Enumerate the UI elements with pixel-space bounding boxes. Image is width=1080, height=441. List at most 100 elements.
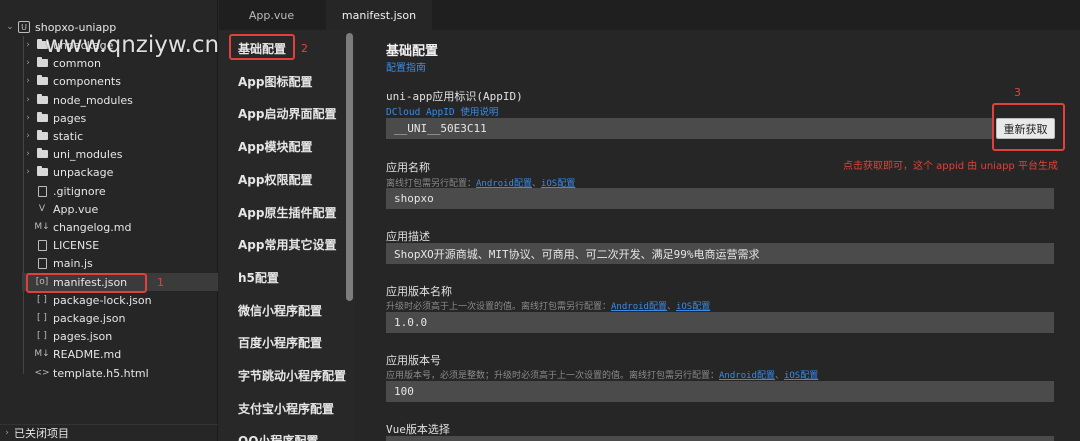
version-code-field[interactable]: 100 xyxy=(386,381,1054,402)
manifest-form: 基础配置 配置指南 uni-app应用标识(AppID) DCloud AppI… xyxy=(356,30,1080,441)
tree-item-label: uni_modules xyxy=(53,147,123,161)
chevron-right-icon: › xyxy=(26,113,30,123)
tree-item-label: common xyxy=(53,56,101,70)
settings-nav-item[interactable]: QQ小程序配置 xyxy=(238,432,318,441)
version-name-field[interactable]: 1.0.0 xyxy=(386,312,1054,333)
vue-version-select[interactable] xyxy=(386,436,1054,441)
android-config-link[interactable]: Android配置 xyxy=(719,371,775,381)
file-icon xyxy=(34,239,50,251)
chevron-right-icon: › xyxy=(26,58,30,68)
chevron-right-icon: › xyxy=(26,95,30,105)
annotation-box-basic-config xyxy=(229,34,295,60)
tree-item-license[interactable]: LICENSE xyxy=(22,236,218,254)
tab-label: App.vue xyxy=(248,8,295,22)
annotation-number-1: 1 xyxy=(157,276,164,289)
tree-item-label: package-lock.json xyxy=(53,293,152,307)
appid-label: uni-app应用标识(AppID) xyxy=(386,90,523,103)
folder-icon xyxy=(34,148,50,160)
tree-item-label: changelog.md xyxy=(53,220,132,234)
tree-item-label: node_modules xyxy=(53,93,133,107)
section-title: 基础配置 xyxy=(386,44,439,59)
tree-item-label: main.js xyxy=(53,256,93,270)
vue-file-icon: V xyxy=(38,204,46,214)
watermark-text: www.qnziyw.cn xyxy=(45,32,220,58)
settings-nav-item[interactable]: App权限配置 xyxy=(238,171,312,188)
tree-item-static[interactable]: › static xyxy=(22,127,218,145)
tree-item-changelog[interactable]: M↓ changelog.md xyxy=(22,218,218,236)
tree-item-main-js[interactable]: main.js xyxy=(22,254,218,272)
tree-item-label: App.vue xyxy=(53,202,99,216)
markdown-file-icon: M↓ xyxy=(34,222,50,232)
tree-item-template[interactable]: <> template.h5.html xyxy=(22,364,218,382)
chevron-right-icon: › xyxy=(26,131,30,141)
annotation-number-3: 3 xyxy=(1014,86,1021,99)
folder-icon xyxy=(34,94,50,106)
tree-item-label: pages xyxy=(53,111,87,125)
chevron-right-icon: › xyxy=(26,40,30,50)
tree-item-app-vue[interactable]: V App.vue xyxy=(22,200,218,218)
tree-item-readme[interactable]: M↓ README.md xyxy=(22,345,218,363)
ios-config-link[interactable]: iOS配置 xyxy=(676,302,710,312)
annotation-box-manifest xyxy=(26,273,147,293)
tree-item-label: template.h5.html xyxy=(53,366,149,380)
tab-app-vue[interactable]: App.vue xyxy=(219,0,324,30)
annotation-box-regenerate xyxy=(992,103,1065,151)
json-file-icon: [ ] xyxy=(37,331,47,341)
android-config-link[interactable]: Android配置 xyxy=(611,302,667,312)
settings-nav-item[interactable]: h5配置 xyxy=(238,269,279,286)
tree-item-components[interactable]: › components xyxy=(22,72,218,90)
appid-usage-link[interactable]: 使用说明 xyxy=(460,107,498,118)
file-icon xyxy=(34,185,50,197)
app-name-field[interactable]: shopxo xyxy=(386,188,1054,209)
closed-projects-label: 已关闭项目 xyxy=(14,427,69,440)
app-name-label: 应用名称 xyxy=(386,161,430,174)
version-code-label: 应用版本号 xyxy=(386,354,441,367)
tree-item-unpackage[interactable]: › unpackage xyxy=(22,163,218,181)
chevron-right-icon: › xyxy=(26,149,30,159)
nav-scrollbar[interactable] xyxy=(346,33,353,301)
version-name-hint: 升级时必须高于上一次设置的值。离线打包需另行配置：Android配置、iOS配置 xyxy=(386,299,710,312)
settings-nav-item[interactable]: App图标配置 xyxy=(238,73,312,90)
settings-nav-item[interactable]: 字节跳动小程序配置 xyxy=(238,367,346,384)
tree-item-pages-json[interactable]: [ ] pages.json xyxy=(22,327,218,345)
folder-icon xyxy=(34,75,50,87)
chevron-right-icon: › xyxy=(5,428,9,438)
settings-nav-item[interactable]: 支付宝小程序配置 xyxy=(238,400,334,417)
file-icon xyxy=(34,257,50,269)
settings-nav-item[interactable]: App模块配置 xyxy=(238,138,312,155)
folder-icon xyxy=(34,130,50,142)
appid-field[interactable]: __UNI__50E3C11 xyxy=(386,118,994,139)
tree-item-pages[interactable]: › pages xyxy=(22,109,218,127)
json-file-icon: [ ] xyxy=(37,313,47,323)
ios-config-link[interactable]: iOS配置 xyxy=(784,371,818,381)
folder-icon xyxy=(34,57,50,69)
settings-nav-item[interactable]: 百度小程序配置 xyxy=(238,334,322,351)
tree-item-label: LICENSE xyxy=(53,238,100,252)
file-explorer: ⌄ U shopxo-uniapp › unpackage › common › comp… xyxy=(0,0,218,441)
tree-item-label: pages.json xyxy=(53,329,113,343)
settings-nav-item[interactable]: 微信小程序配置 xyxy=(238,302,322,319)
version-name-label: 应用版本名称 xyxy=(386,285,452,298)
tree-item-uni_modules[interactable]: › uni_modules xyxy=(22,145,218,163)
tree-item-package-lock[interactable]: [ ] package-lock.json xyxy=(22,291,218,309)
tab-manifest-json[interactable]: manifest.json xyxy=(326,0,432,30)
tree-item-node_modules[interactable]: › node_modules xyxy=(22,91,218,109)
app-desc-label: 应用描述 xyxy=(386,230,430,243)
settings-nav-item[interactable]: App常用其它设置 xyxy=(238,236,336,253)
hint-text: 应用版本号，必须是整数；升级时必须高于上一次设置的值。离线打包需另行配置： xyxy=(386,371,720,381)
dcloud-appid-text: DCloud AppID xyxy=(386,107,455,118)
closed-projects[interactable]: › 已关闭项目 xyxy=(0,424,218,441)
editor-tabbar: App.vue manifest.json xyxy=(219,0,1080,30)
tree-item-gitignore[interactable]: .gitignore xyxy=(22,182,218,200)
version-code-hint: 应用版本号，必须是整数；升级时必须高于上一次设置的值。离线打包需另行配置：And… xyxy=(386,368,818,381)
tree-item-package-json[interactable]: [ ] package.json xyxy=(22,309,218,327)
app-desc-field[interactable]: ShopXO开源商城、MIT协议、可商用、可二次开发、满足99%电商运营需求 xyxy=(386,243,1054,264)
settings-nav-item[interactable]: App启动界面配置 xyxy=(238,105,336,122)
hint-sep: 、 xyxy=(666,302,676,312)
markdown-file-icon: M↓ xyxy=(34,349,50,359)
annotation-number-2: 2 xyxy=(301,42,308,55)
guide-link[interactable]: 配置指南 xyxy=(386,59,426,74)
annotation-note: 点击获取即可，这个 appid 由 uniapp 平台生成 xyxy=(843,161,1058,172)
settings-nav-item[interactable]: App原生插件配置 xyxy=(238,204,336,221)
folder-icon xyxy=(34,166,50,178)
